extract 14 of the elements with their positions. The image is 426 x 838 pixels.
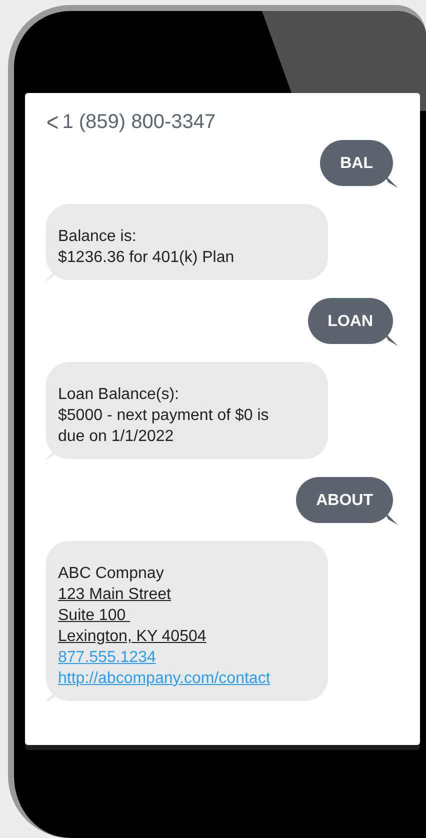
back-button[interactable]: < xyxy=(46,110,59,134)
message-text: $5000 - next payment of $0 is xyxy=(58,406,269,426)
address-link[interactable]: Lexington, KY 40504 xyxy=(58,626,206,647)
address-link[interactable]: 123 Main Street xyxy=(58,584,171,605)
message-text: Balance is: xyxy=(58,227,136,247)
message-text: BAL xyxy=(340,154,373,174)
address-link[interactable]: Suite 100 xyxy=(58,605,130,626)
message-text: Loan Balance(s): xyxy=(58,385,179,405)
message-text: LOAN xyxy=(328,312,373,332)
message-text: ABC Compnay xyxy=(58,564,164,584)
message-text: ABOUT xyxy=(316,491,373,511)
message-text: $1236.36 for 401(k) Plan xyxy=(58,248,234,268)
contact-number: 1 (859) 800-3347 xyxy=(62,110,216,134)
message-text: due on 1/1/2022 xyxy=(58,427,174,447)
